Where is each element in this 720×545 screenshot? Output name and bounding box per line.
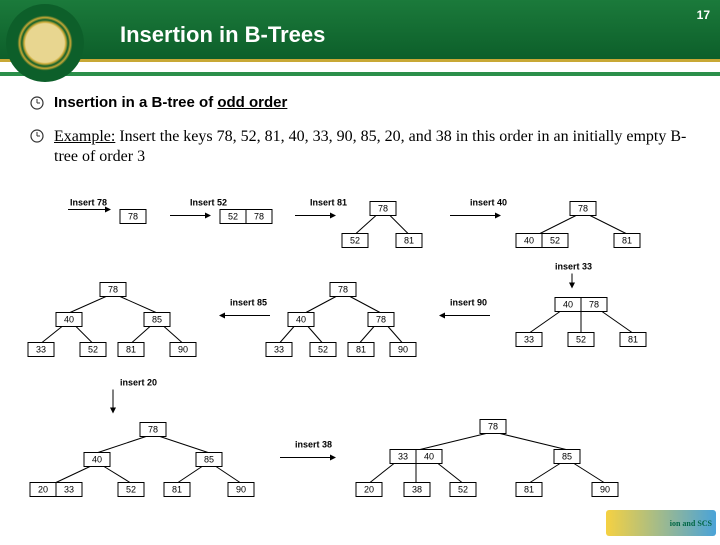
svg-text:52: 52: [228, 212, 238, 222]
svg-text:78: 78: [108, 285, 118, 295]
svg-text:52: 52: [458, 485, 468, 495]
footer-logo: ion and SCS: [606, 510, 716, 536]
svg-text:90: 90: [398, 345, 408, 355]
example-prefix: Example:: [54, 128, 115, 145]
svg-text:81: 81: [524, 485, 534, 495]
example-row: Example: Insert the keys 78, 52, 81, 40,…: [30, 127, 700, 167]
svg-text:52: 52: [550, 236, 560, 246]
svg-text:52: 52: [318, 345, 328, 355]
svg-text:40: 40: [92, 455, 102, 465]
svg-text:78: 78: [148, 425, 158, 435]
svg-text:20: 20: [364, 485, 374, 495]
svg-text:52: 52: [350, 236, 360, 246]
svg-text:insert 85: insert 85: [230, 298, 267, 308]
svg-text:33: 33: [64, 485, 74, 495]
clock-bullet-icon: [30, 129, 44, 143]
content-area: Insertion in a B-tree of odd order Examp…: [0, 76, 720, 167]
svg-text:81: 81: [356, 345, 366, 355]
svg-text:40: 40: [424, 452, 434, 462]
svg-text:33: 33: [274, 345, 284, 355]
svg-text:insert 33: insert 33: [555, 262, 592, 272]
svg-text:90: 90: [178, 345, 188, 355]
svg-text:81: 81: [126, 345, 136, 355]
btree-diagram: Insert 78 78 Insert 52 52 78 Insert 81 7…: [10, 195, 710, 540]
svg-text:33: 33: [524, 335, 534, 345]
university-logo: [6, 4, 84, 82]
svg-text:40: 40: [563, 300, 573, 310]
svg-text:78: 78: [376, 315, 386, 325]
svg-text:33: 33: [398, 452, 408, 462]
svg-text:20: 20: [38, 485, 48, 495]
svg-text:Insert 52: Insert 52: [190, 198, 227, 208]
svg-text:81: 81: [404, 236, 414, 246]
svg-text:52: 52: [88, 345, 98, 355]
svg-text:78: 78: [488, 422, 498, 432]
svg-text:81: 81: [622, 236, 632, 246]
heading-text: Insertion in a B-tree of: [54, 94, 217, 111]
svg-text:33: 33: [36, 345, 46, 355]
svg-text:40: 40: [64, 315, 74, 325]
svg-text:insert 20: insert 20: [120, 378, 157, 388]
svg-text:85: 85: [562, 452, 572, 462]
svg-text:40: 40: [524, 236, 534, 246]
svg-text:Insert 81: Insert 81: [310, 198, 347, 208]
svg-text:78: 78: [128, 212, 138, 222]
example-text: Example: Insert the keys 78, 52, 81, 40,…: [54, 127, 700, 167]
svg-text:78: 78: [589, 300, 599, 310]
svg-text:78: 78: [338, 285, 348, 295]
svg-text:78: 78: [578, 204, 588, 214]
svg-text:insert 40: insert 40: [470, 198, 507, 208]
svg-text:78: 78: [378, 204, 388, 214]
heading-row: Insertion in a B-tree of odd order: [30, 94, 700, 111]
svg-text:81: 81: [628, 335, 638, 345]
svg-text:90: 90: [600, 485, 610, 495]
svg-text:40: 40: [296, 315, 306, 325]
svg-text:insert 38: insert 38: [295, 440, 332, 450]
svg-text:85: 85: [204, 455, 214, 465]
slide-title: Insertion in B-Trees: [120, 22, 325, 48]
heading-underlined: odd order: [217, 94, 287, 111]
svg-text:38: 38: [412, 485, 422, 495]
svg-text:insert 90: insert 90: [450, 298, 487, 308]
svg-text:52: 52: [576, 335, 586, 345]
svg-text:52: 52: [126, 485, 136, 495]
svg-text:90: 90: [236, 485, 246, 495]
svg-text:81: 81: [172, 485, 182, 495]
slide-header: Insertion in B-Trees 17: [0, 0, 720, 62]
clock-bullet-icon: [30, 96, 44, 110]
svg-text:Insert 78: Insert 78: [70, 198, 107, 208]
page-number: 17: [697, 8, 710, 22]
example-body: Insert the keys 78, 52, 81, 40, 33, 90, …: [54, 128, 686, 165]
svg-text:85: 85: [152, 315, 162, 325]
svg-text:78: 78: [254, 212, 264, 222]
diagram-svg: Insert 78 78 Insert 52 52 78 Insert 81 7…: [10, 195, 710, 540]
section-heading: Insertion in a B-tree of odd order: [54, 94, 287, 111]
